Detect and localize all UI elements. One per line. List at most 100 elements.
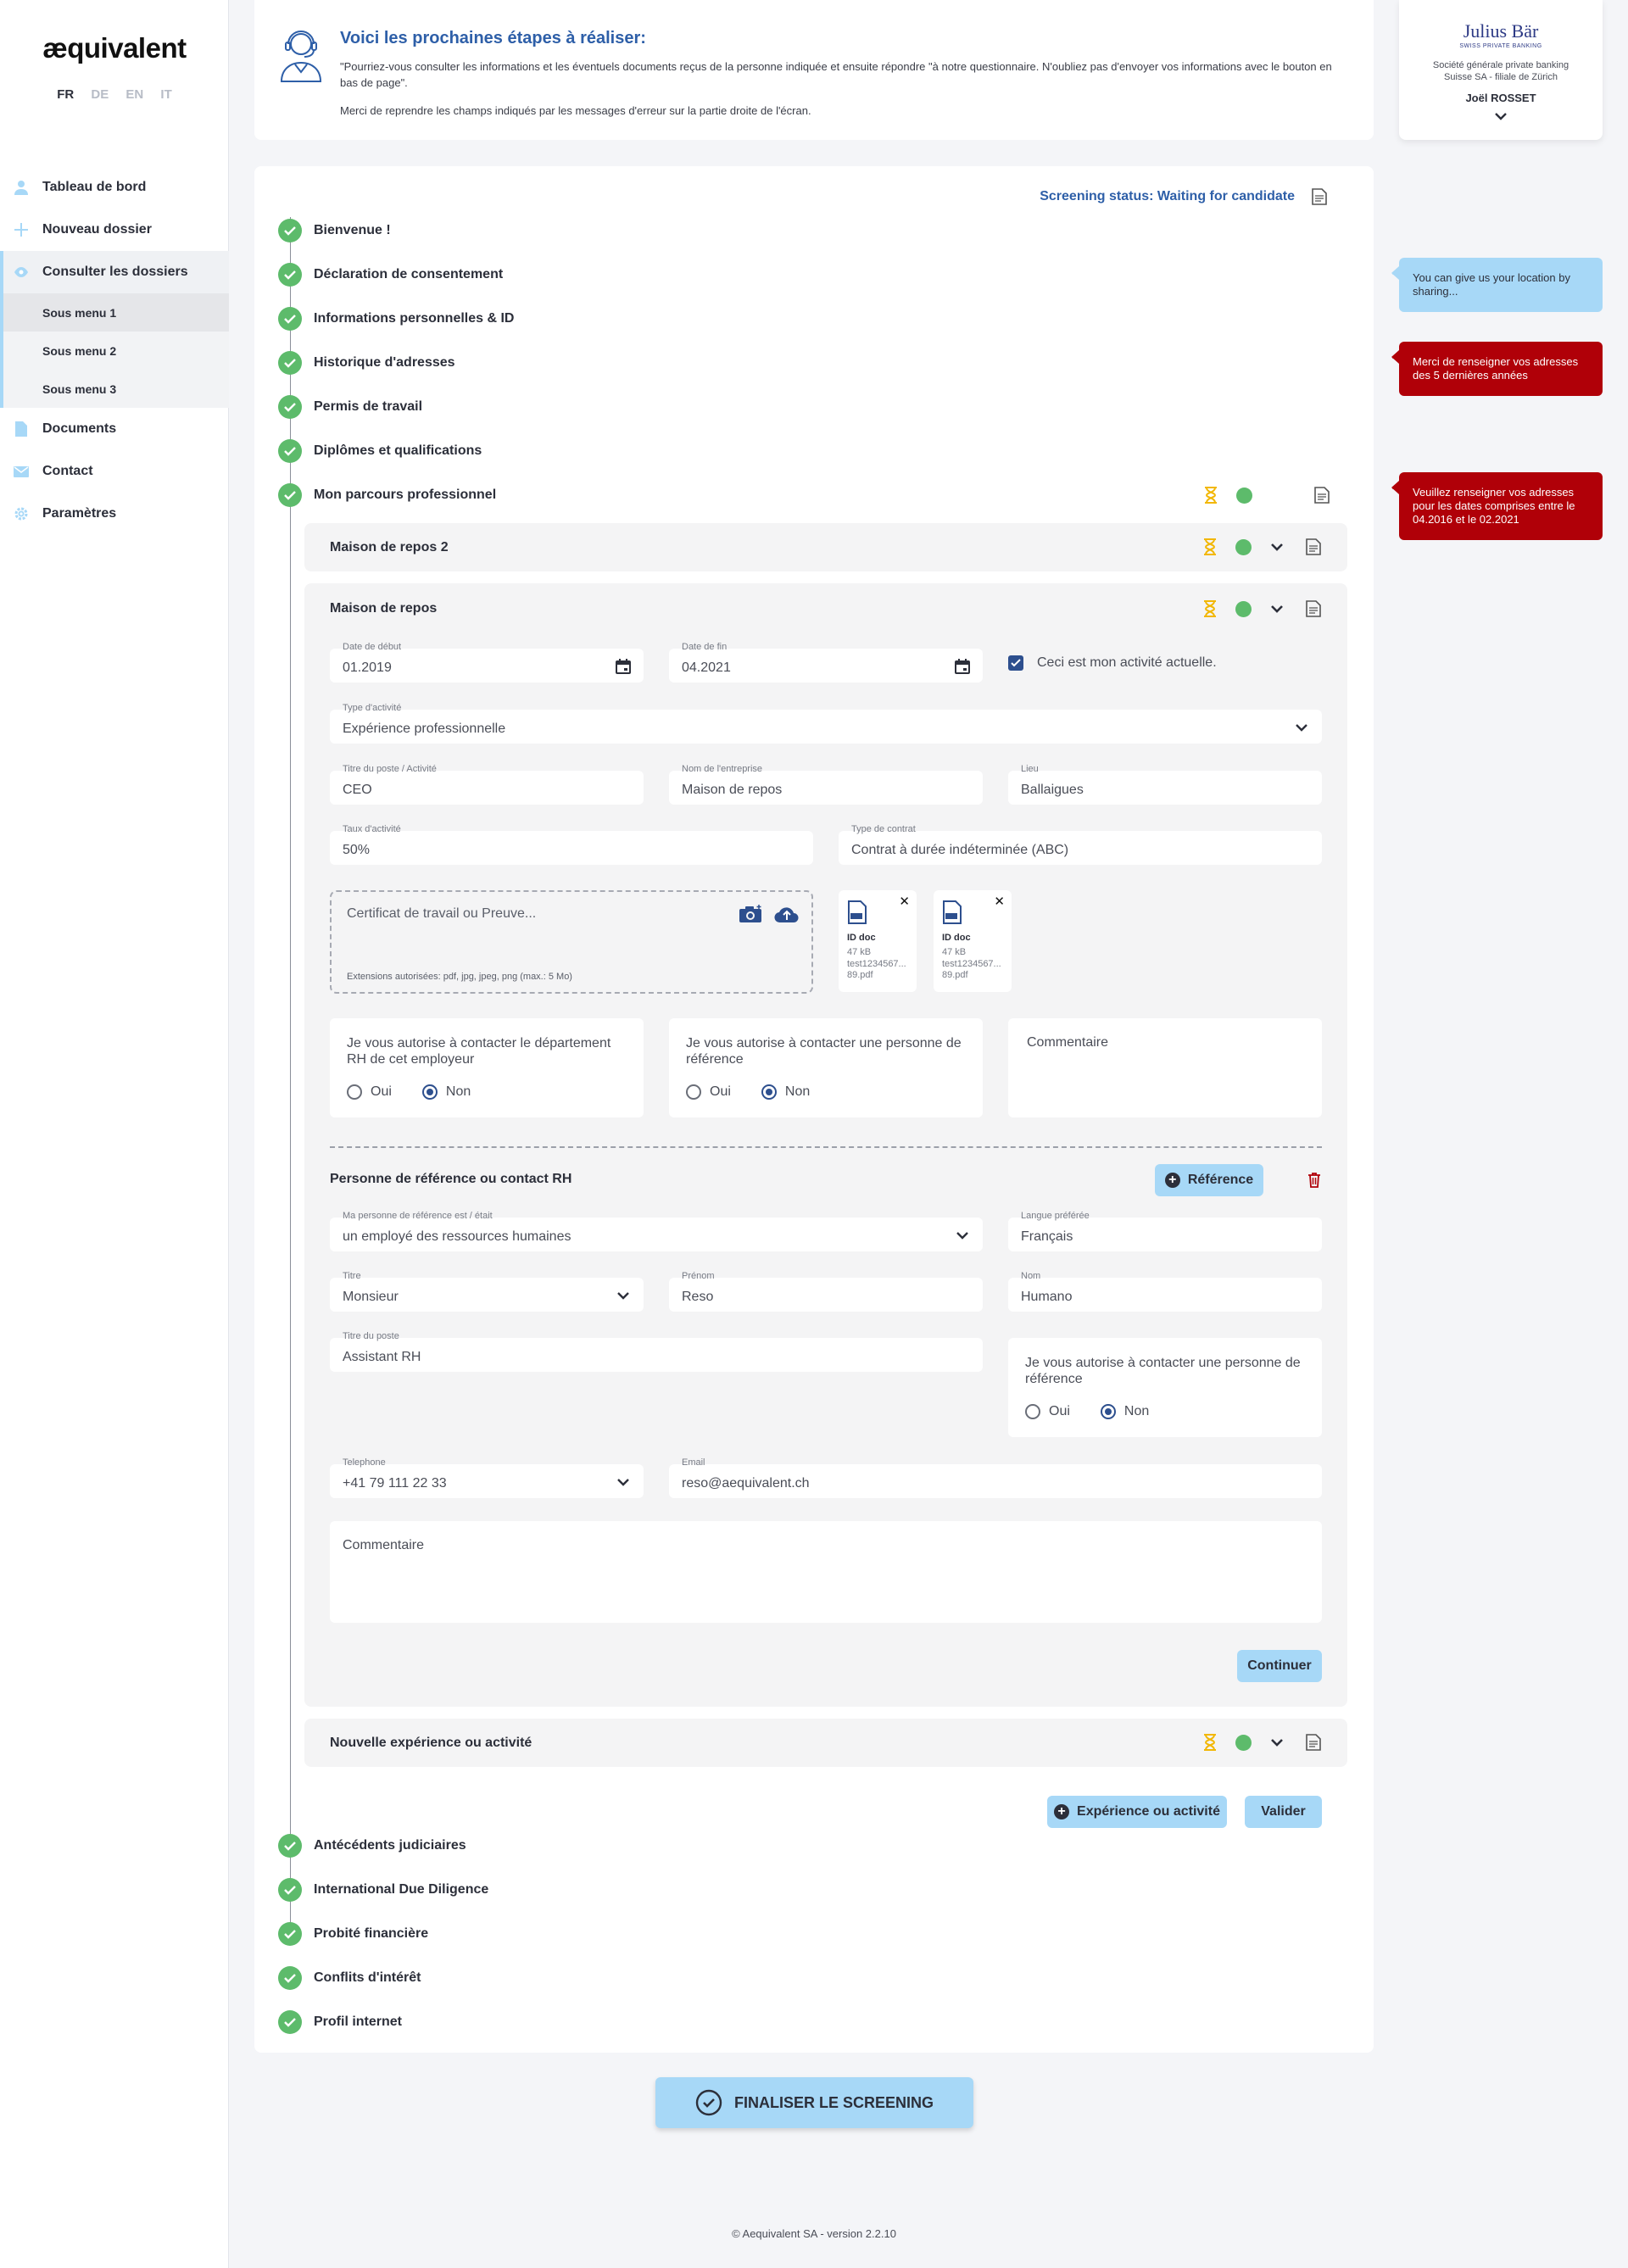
- document-icon[interactable]: [1306, 1734, 1321, 1751]
- preferred-language-field[interactable]: Langue préférée Français: [1008, 1211, 1322, 1251]
- experience-panel-collapsed[interactable]: Maison de repos 2: [304, 523, 1347, 571]
- camera-icon[interactable]: [739, 905, 762, 923]
- step-conflicts[interactable]: Conflits d'intérêt: [278, 1966, 421, 1990]
- step-career[interactable]: Mon parcours professionnel: [278, 483, 496, 507]
- cloud-upload-icon[interactable]: [774, 905, 800, 923]
- sidebar-item-documents[interactable]: Documents: [0, 408, 229, 450]
- check-icon: [278, 263, 302, 287]
- finalize-screening-button[interactable]: FINALISER LE SCREENING: [655, 2077, 973, 2128]
- radio-no[interactable]: [421, 1084, 438, 1100]
- validate-button[interactable]: Valider: [1245, 1796, 1322, 1828]
- field-label: Prénom: [682, 1271, 715, 1281]
- trash-icon[interactable]: [1307, 1172, 1321, 1188]
- chevron-down-icon: [956, 1232, 968, 1240]
- radio-label: Non: [445, 1084, 471, 1099]
- chevron-down-icon[interactable]: [615, 1474, 632, 1491]
- sidebar-item-new-file[interactable]: Nouveau dossier: [0, 209, 229, 251]
- tip-text: Merci de renseigner vos adresses des 5 d…: [1413, 355, 1579, 382]
- calendar-icon[interactable]: [615, 658, 632, 675]
- uploaded-file-card[interactable]: ✕ ID doc 47 kB test1234567... 89.pdf: [839, 890, 917, 992]
- company-field[interactable]: Nom de l'entreprise Maison de repos: [669, 764, 983, 805]
- step-consent[interactable]: Déclaration de consentement: [278, 263, 503, 287]
- chevron-down-icon[interactable]: [1270, 540, 1284, 554]
- next-steps-text: "Pourriez-vous consulter les information…: [340, 59, 1349, 119]
- submenu-item-2[interactable]: Sous menu 2: [3, 332, 229, 370]
- current-activity-checkbox[interactable]: Ceci est mon activité actuelle.: [1008, 655, 1217, 671]
- lang-en[interactable]: EN: [125, 87, 143, 102]
- comment-placeholder: Commentaire: [1027, 1035, 1109, 1050]
- field-value: Expérience professionnelle: [343, 722, 506, 736]
- step-criminal-record[interactable]: Antécédents judiciaires: [278, 1834, 466, 1858]
- submenu-item-3[interactable]: Sous menu 3: [3, 370, 229, 408]
- sidebar-item-contact[interactable]: Contact: [0, 450, 229, 493]
- radio-yes[interactable]: [686, 1084, 701, 1100]
- add-reference-button[interactable]: + Référence: [1155, 1164, 1263, 1196]
- job-title-field[interactable]: Titre du poste / Activité CEO: [330, 764, 644, 805]
- uploaded-file-card[interactable]: ✕ ID doc 47 kB test1234567... 89.pdf: [934, 890, 1012, 992]
- radio-label: Oui: [1049, 1404, 1070, 1418]
- add-experience-button[interactable]: + Expérience ou activité: [1047, 1796, 1227, 1828]
- step-financial-probity[interactable]: Probité financière: [278, 1922, 428, 1946]
- experience-title: Maison de repos: [330, 601, 438, 616]
- radio-yes[interactable]: [1025, 1404, 1040, 1419]
- step-address-history[interactable]: Historique d'adresses: [278, 351, 455, 375]
- experience-comment-field[interactable]: Commentaire: [1008, 1018, 1322, 1117]
- place-field[interactable]: Lieu Ballaigues: [1008, 764, 1322, 805]
- chevron-down-icon[interactable]: [1270, 602, 1284, 616]
- radio-yes[interactable]: [347, 1084, 362, 1100]
- lang-it[interactable]: IT: [160, 87, 171, 102]
- firstname-field[interactable]: Prénom Reso: [669, 1271, 983, 1312]
- step-internet-profile[interactable]: Profil internet: [278, 2010, 402, 2034]
- experience-title: Nouvelle expérience ou activité: [330, 1736, 532, 1750]
- remove-file-icon[interactable]: ✕: [994, 894, 1005, 909]
- activity-rate-field[interactable]: Taux d'activité 50%: [330, 824, 813, 865]
- check-icon: [278, 2010, 302, 2034]
- pdf-file-icon: [848, 900, 867, 924]
- radio-no[interactable]: [761, 1084, 777, 1100]
- bank-desc-line: Suisse SA - filiale de Zürich: [1444, 72, 1558, 82]
- reference-comment-field[interactable]: Commentaire: [330, 1521, 1322, 1623]
- calendar-icon[interactable]: [954, 658, 971, 675]
- chevron-down-icon[interactable]: [1270, 1736, 1284, 1749]
- sidebar-item-dashboard[interactable]: Tableau de bord: [0, 166, 229, 209]
- activity-type-select[interactable]: Type d'activité Expérience professionnel…: [330, 703, 1322, 744]
- lang-fr[interactable]: FR: [57, 87, 74, 102]
- file-filename: test1234567...: [847, 959, 906, 969]
- reference-type-select[interactable]: Ma personne de référence est / était un …: [330, 1211, 983, 1251]
- check-icon: [278, 1966, 302, 1990]
- start-date-field[interactable]: Date de début 01.2019: [330, 642, 644, 683]
- step-due-diligence[interactable]: International Due Diligence: [278, 1878, 488, 1902]
- radio-no[interactable]: [1100, 1404, 1116, 1419]
- reference-job-field[interactable]: Titre du poste Assistant RH: [330, 1331, 983, 1372]
- client-card[interactable]: Julius Bär SWISS PRIVATE BANKING Société…: [1399, 0, 1603, 140]
- document-icon[interactable]: [1306, 600, 1321, 617]
- document-icon[interactable]: [1306, 538, 1321, 555]
- email-field[interactable]: Email reso@aequivalent.ch: [669, 1457, 1322, 1498]
- continue-button[interactable]: Continuer: [1237, 1650, 1322, 1682]
- step-personal-info[interactable]: Informations personnelles & ID: [278, 307, 514, 331]
- step-welcome[interactable]: Bienvenue !: [278, 219, 391, 242]
- certificate-upload-dropzone[interactable]: Certificat de travail ou Preuve... Exten…: [330, 890, 813, 994]
- civility-select[interactable]: Titre Monsieur: [330, 1271, 644, 1312]
- lastname-field[interactable]: Nom Humano: [1008, 1271, 1322, 1312]
- remove-file-icon[interactable]: ✕: [899, 894, 910, 909]
- lang-de[interactable]: DE: [91, 87, 109, 102]
- sidebar-item-settings[interactable]: Paramètres: [0, 493, 229, 535]
- new-experience-panel[interactable]: Nouvelle expérience ou activité: [304, 1719, 1347, 1767]
- document-icon[interactable]: [1314, 487, 1330, 504]
- step-label: Antécédents judiciaires: [314, 1838, 466, 1853]
- contract-type-field[interactable]: Type de contrat Contrat à durée indéterm…: [839, 824, 1322, 865]
- app-logo[interactable]: æquivalent: [0, 32, 229, 64]
- step-work-permit[interactable]: Permis de travail: [278, 395, 422, 419]
- step-diplomas[interactable]: Diplômes et qualifications: [278, 439, 482, 463]
- submenu-item-1[interactable]: Sous menu 1: [3, 293, 229, 332]
- field-label: Lieu: [1021, 764, 1039, 774]
- sidebar-item-files[interactable]: Consulter les dossiers: [0, 251, 229, 293]
- plus-icon: [14, 222, 29, 237]
- language-switcher: FR DE EN IT: [0, 87, 229, 102]
- reference-contact-authorization: Je vous autorise à contacter une personn…: [669, 1018, 983, 1117]
- chevron-down-icon[interactable]: [1399, 109, 1603, 123]
- end-date-field[interactable]: Date de fin 04.2021: [669, 642, 983, 683]
- phone-field[interactable]: Telephone +41 79 111 22 33: [330, 1457, 644, 1498]
- document-icon[interactable]: [1312, 188, 1327, 205]
